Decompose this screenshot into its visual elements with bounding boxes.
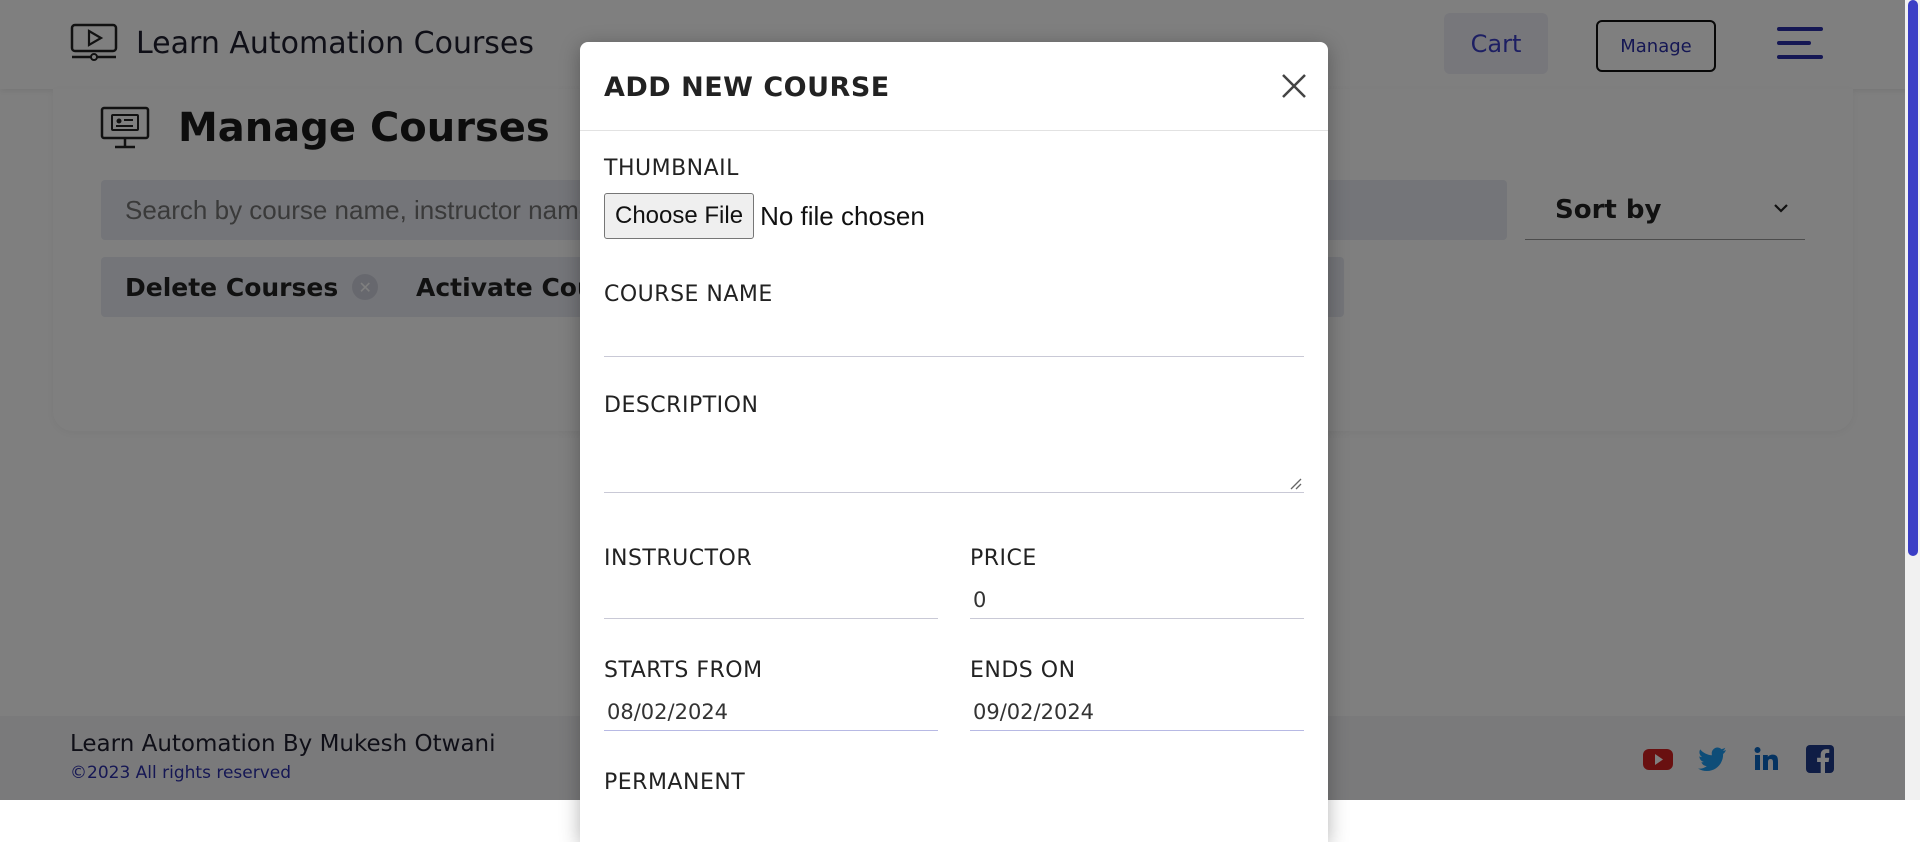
start-date-input[interactable] [604,694,938,731]
choose-file-button[interactable]: Choose File [604,193,755,239]
resize-grip-icon[interactable] [1288,476,1302,490]
course-name-label: COURSE NAME [604,282,773,307]
end-date-input[interactable] [970,694,1304,731]
course-name-input[interactable] [604,320,1304,357]
scrollbar-thumb[interactable] [1908,0,1918,556]
page-scrollbar[interactable] [1905,0,1920,800]
ends-on-label: ENDS ON [970,658,1076,683]
description-textarea[interactable] [604,420,1304,493]
permanent-label: PERMANENT [604,770,746,795]
file-status: No file chosen [760,200,925,231]
price-input[interactable] [970,582,1304,619]
close-icon[interactable] [1278,70,1310,102]
add-course-modal: ADD NEW COURSE THUMBNAIL Choose File No … [580,42,1328,842]
modal-title: ADD NEW COURSE [604,72,890,103]
description-label: DESCRIPTION [604,393,759,418]
instructor-label: INSTRUCTOR [604,546,753,571]
price-label: PRICE [970,546,1037,571]
thumbnail-file-input[interactable]: Choose File No file chosen [604,193,925,239]
starts-from-label: STARTS FROM [604,658,763,683]
instructor-input[interactable] [604,582,938,619]
thumbnail-label: THUMBNAIL [604,156,739,181]
modal-header: ADD NEW COURSE [580,42,1328,131]
